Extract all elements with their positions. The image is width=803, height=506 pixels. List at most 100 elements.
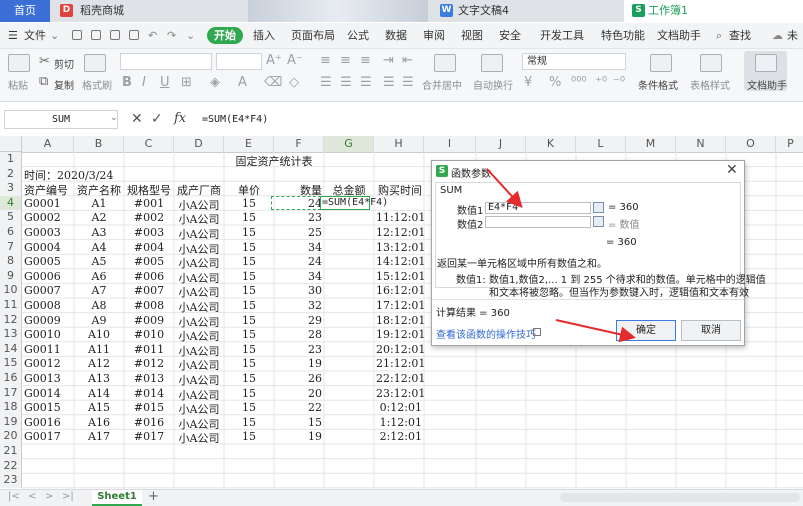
column-header[interactable]: K (526, 136, 576, 152)
row-header[interactable]: 18 (0, 400, 22, 415)
row-header[interactable]: 10 (0, 283, 22, 298)
horizontal-scrollbar[interactable] (560, 493, 800, 502)
print-icon[interactable] (110, 30, 120, 40)
menu-formula[interactable]: 公式 (347, 27, 369, 44)
percent-button[interactable]: % (549, 76, 561, 90)
number-format-select[interactable]: 常规 (522, 53, 626, 70)
insert-function-button[interactable]: fx (174, 111, 186, 126)
align-center-icon[interactable]: ☰ (340, 76, 352, 90)
row-header[interactable]: 21 (0, 444, 22, 459)
help-link-icon[interactable] (533, 328, 541, 336)
clear-format-icon[interactable]: ⌫ (264, 76, 282, 90)
row-header[interactable]: 1 (0, 152, 22, 167)
column-header[interactable]: N (676, 136, 726, 152)
cancel-button[interactable]: 取消 (681, 320, 741, 341)
sheet-tab-sheet1[interactable]: Sheet1 (92, 490, 142, 506)
row-header[interactable]: 15 (0, 356, 22, 371)
ok-button[interactable]: 确定 (616, 320, 676, 341)
arg2-input[interactable] (485, 216, 591, 228)
indent-icon[interactable]: ⇥ (383, 54, 394, 68)
underline-button[interactable]: U (160, 76, 170, 90)
column-header[interactable]: B (74, 136, 124, 152)
doc-helper-icon[interactable] (755, 54, 777, 72)
more-quick-icon[interactable]: ⌄ (186, 27, 195, 44)
name-box[interactable]: SUM (4, 110, 118, 129)
menu-page-layout[interactable]: 页面布局 (291, 27, 335, 44)
conditional-format-button[interactable]: 条件格式 (638, 77, 678, 92)
doc-helper-button[interactable]: 文档助手 (747, 77, 787, 92)
table-style-button[interactable]: 表格样式 (690, 77, 730, 92)
redo-icon[interactable]: ↷ (167, 27, 176, 44)
column-header[interactable]: I (424, 136, 476, 152)
search-icon[interactable]: ⌕ (716, 27, 722, 44)
increase-decimal-icon[interactable]: ⁺⁰ (595, 76, 607, 90)
cloud-icon[interactable]: ☁ (772, 27, 783, 44)
prev-sheet-icon[interactable]: < (28, 491, 36, 502)
fill-color-icon[interactable]: ◈ (210, 76, 220, 90)
help-link[interactable]: 查看该函数的操作技巧 (436, 326, 536, 341)
range-picker-icon[interactable] (593, 216, 604, 227)
menu-review[interactable]: 审阅 (423, 27, 445, 44)
range-picker-icon[interactable] (593, 202, 604, 213)
menu-unsync[interactable]: 未 (787, 27, 798, 44)
merge-center-icon[interactable] (434, 54, 456, 72)
cancel-formula-icon[interactable]: ✕ (131, 111, 143, 127)
align-bottom-icon[interactable]: ≡ (360, 54, 371, 68)
column-header[interactable]: F (274, 136, 324, 152)
paste-button[interactable]: 粘贴 (8, 77, 28, 92)
save-icon[interactable] (72, 30, 82, 40)
row-header[interactable]: 11 (0, 298, 22, 313)
font-grow-icon[interactable]: A⁺ (266, 54, 282, 68)
menu-features[interactable]: 特色功能 (601, 27, 645, 44)
row-header[interactable]: 13 (0, 327, 22, 342)
thousands-icon[interactable]: ⁰⁰⁰ (571, 76, 587, 90)
font-family-select[interactable] (120, 53, 212, 70)
justify-icon[interactable]: ☰ (383, 76, 395, 90)
font-size-select[interactable] (216, 53, 262, 70)
align-left-icon[interactable]: ☰ (320, 76, 332, 90)
eraser-icon[interactable]: ◇ (289, 76, 299, 90)
arg1-input[interactable]: E4*F4 (485, 202, 591, 214)
font-color-icon[interactable]: A (238, 76, 247, 90)
export-pdf-icon[interactable] (91, 30, 101, 40)
select-all-corner[interactable] (0, 136, 22, 152)
row-header[interactable]: 5 (0, 210, 22, 225)
column-header[interactable]: G (324, 136, 374, 152)
format-painter-button[interactable]: 格式刷 (82, 77, 112, 92)
row-header[interactable]: 7 (0, 239, 22, 255)
hamburger-icon[interactable]: ☰ (8, 27, 18, 44)
row-header[interactable]: 2 (0, 166, 22, 182)
row-header[interactable]: 6 (0, 225, 22, 240)
column-header[interactable]: C (124, 136, 174, 152)
column-header[interactable]: D (174, 136, 224, 152)
cut-button[interactable]: 剪切 (54, 56, 74, 71)
undo-icon[interactable]: ↶ (148, 27, 157, 44)
row-header[interactable]: 23 (0, 473, 22, 488)
row-header[interactable]: 16 (0, 371, 22, 386)
decrease-decimal-icon[interactable]: ⁻⁰ (613, 76, 625, 90)
column-header[interactable]: A (22, 136, 74, 152)
border-icon[interactable]: ⊞ (181, 76, 192, 90)
copy-button[interactable]: 复制 (54, 77, 74, 92)
currency-icon[interactable]: ¥ (524, 76, 532, 90)
row-header[interactable]: 9 (0, 268, 22, 284)
row-header[interactable]: 22 (0, 458, 22, 474)
row-header[interactable]: 17 (0, 385, 22, 401)
table-style-icon[interactable] (700, 54, 722, 72)
row-header[interactable]: 19 (0, 414, 22, 430)
tab-docer-mall[interactable]: D 稻壳商城 (52, 0, 242, 22)
conditional-format-icon[interactable] (650, 54, 672, 72)
formula-input[interactable]: =SUM(E4*F4) (196, 110, 803, 129)
tab-home[interactable]: 首页 (0, 0, 50, 22)
row-header[interactable]: 20 (0, 429, 22, 444)
menu-view[interactable]: 视图 (461, 27, 483, 44)
menu-find[interactable]: 查找 (729, 27, 751, 44)
menu-data[interactable]: 数据 (385, 27, 407, 44)
chevron-down-icon[interactable]: ⌄ (50, 27, 59, 44)
tab-document[interactable]: W 文字文稿4 (432, 0, 620, 22)
next-sheet-icon[interactable]: > (45, 491, 53, 502)
close-icon[interactable]: ✕ (726, 162, 738, 178)
column-header[interactable]: M (626, 136, 676, 152)
column-header[interactable]: H (374, 136, 424, 152)
tab-blurred[interactable] (248, 0, 428, 22)
